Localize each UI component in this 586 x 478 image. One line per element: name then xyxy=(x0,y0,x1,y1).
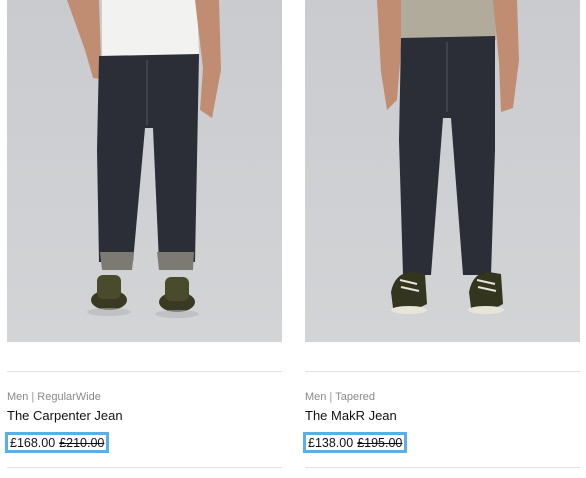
product-meta: Men | Tapered xyxy=(305,391,375,403)
divider xyxy=(7,467,282,468)
product-title[interactable]: The Carpenter Jean xyxy=(7,408,123,423)
product-image[interactable] xyxy=(305,0,580,342)
sale-price: £168.00 xyxy=(10,435,56,450)
product-category: Men xyxy=(305,391,327,403)
product-category: Men xyxy=(7,391,29,403)
divider xyxy=(305,467,580,468)
product-title[interactable]: The MakR Jean xyxy=(305,408,397,423)
product-fit: RegularWide xyxy=(37,391,101,403)
product-fit: Tapered xyxy=(335,391,376,403)
price-highlight: £168.00 £210.00 xyxy=(5,432,110,453)
separator: | xyxy=(31,391,35,403)
divider xyxy=(7,371,282,372)
sale-price: £138.00 xyxy=(308,435,354,450)
product-card[interactable]: Men | Tapered The MakR Jean £138.00 £195.0… xyxy=(303,0,580,468)
price-highlight: £138.00 £195.00 xyxy=(303,432,408,453)
product-meta: Men | RegularWide xyxy=(7,391,101,403)
product-card[interactable]: Men | RegularWide The Carpenter Jean £168.… xyxy=(5,0,282,468)
original-price: £195.00 xyxy=(357,435,403,450)
product-image[interactable] xyxy=(7,0,282,342)
original-price: £210.00 xyxy=(59,435,105,450)
separator: | xyxy=(329,391,333,403)
divider xyxy=(305,371,580,372)
